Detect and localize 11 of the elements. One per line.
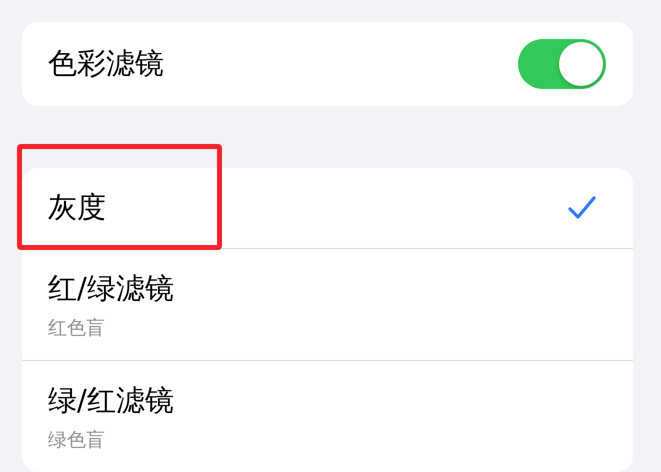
option-title: 红/绿滤镜 [48, 270, 174, 306]
filter-option[interactable]: 红/绿滤镜 红色盲 [22, 249, 633, 361]
setting-label: 色彩滤镜 [48, 45, 164, 82]
filter-option[interactable]: 绿/红滤镜 绿色盲 [22, 361, 633, 472]
option-title: 绿/红滤镜 [48, 382, 174, 418]
filter-option[interactable]: 灰度 [22, 168, 633, 249]
toggle-switch[interactable] [518, 39, 606, 89]
checkmark-icon [567, 195, 597, 221]
option-subtitle: 绿色盲 [48, 428, 106, 452]
option-title: 灰度 [48, 189, 106, 226]
option-subtitle: 红色盲 [48, 316, 106, 340]
